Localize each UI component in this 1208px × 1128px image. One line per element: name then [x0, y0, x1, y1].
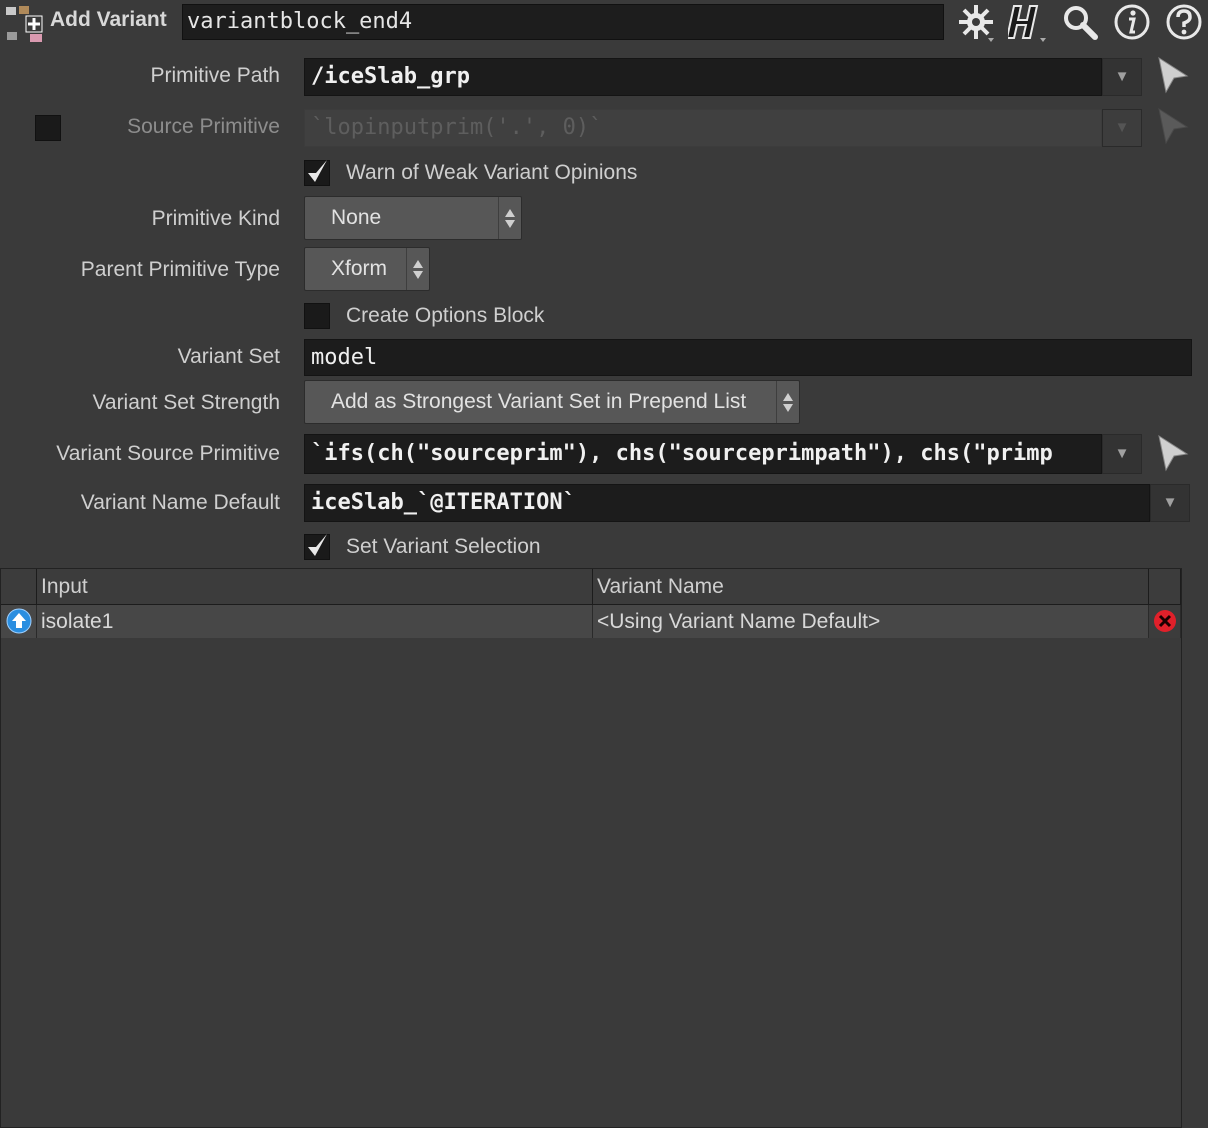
- table-scrollbar[interactable]: [1182, 568, 1208, 1128]
- primitive-kind-label: Primitive Kind: [151, 207, 280, 230]
- table-header-input[interactable]: Input: [37, 569, 593, 605]
- source-primitive-label: Source Primitive: [127, 115, 280, 138]
- variant-name-cell[interactable]: <Using Variant Name Default>: [593, 605, 1149, 638]
- input-cell[interactable]: isolate1: [37, 605, 593, 638]
- variant-inputs-table: Input Variant Name isolate1 <Using Varia…: [0, 568, 1182, 1128]
- table-header-blank: [1149, 569, 1181, 605]
- create-options-checkbox[interactable]: [304, 303, 330, 329]
- houdini-help-icon[interactable]: [1008, 2, 1048, 42]
- updown-arrows-icon: [498, 197, 521, 239]
- variant-set-label: Variant Set: [177, 345, 280, 368]
- checkmark-icon: [308, 534, 327, 556]
- warn-weak-label: Warn of Weak Variant Opinions: [346, 161, 638, 184]
- select-variant-prim-arrow-icon[interactable]: [1156, 434, 1190, 474]
- input-arrow-icon: [6, 608, 32, 634]
- primitive-path-dropdown-button[interactable]: ▼: [1102, 58, 1142, 96]
- variant-source-prim-label: Variant Source Primitive: [56, 442, 280, 465]
- delete-row-cell[interactable]: [1149, 605, 1181, 638]
- node-name-field[interactable]: variantblock_end4: [182, 4, 944, 40]
- source-primitive-toggle[interactable]: [35, 115, 61, 141]
- checkmark-icon: [308, 160, 327, 182]
- variant-name-default-label: Variant Name Default: [80, 491, 280, 514]
- variant-set-strength-label: Variant Set Strength: [92, 391, 280, 414]
- updown-arrows-icon: [406, 248, 429, 290]
- parent-prim-type-value: Xform: [331, 257, 388, 280]
- primitive-kind-menu[interactable]: None: [304, 196, 522, 240]
- variant-name-default-field[interactable]: iceSlab_`@ITERATION`: [304, 484, 1150, 522]
- variant-source-prim-dropdown-button[interactable]: ▼: [1102, 434, 1142, 474]
- add-variant-node-icon: [6, 6, 43, 42]
- parent-prim-type-label: Parent Primitive Type: [80, 258, 280, 281]
- parent-prim-type-menu[interactable]: Xform: [304, 247, 430, 291]
- info-icon[interactable]: [1112, 2, 1152, 42]
- updown-arrows-icon: [776, 381, 799, 423]
- set-variant-selection-checkbox[interactable]: [304, 534, 330, 560]
- primitive-kind-value: None: [331, 206, 382, 229]
- delete-icon[interactable]: [1149, 605, 1181, 638]
- help-icon[interactable]: [1164, 2, 1204, 42]
- source-primitive-dropdown-button[interactable]: ▼: [1102, 109, 1142, 147]
- node-type-label: Add Variant: [50, 8, 167, 31]
- input-arrow-cell[interactable]: [1, 605, 37, 638]
- variant-set-strength-value: Add as Strongest Variant Set in Prepend …: [331, 390, 747, 413]
- warn-weak-checkbox[interactable]: [304, 160, 330, 186]
- parameter-header: Add Variant variantblock_end4: [0, 0, 1208, 44]
- primitive-path-field[interactable]: /iceSlab_grp: [304, 58, 1102, 96]
- gear-icon[interactable]: [956, 2, 996, 42]
- variant-name-default-dropdown-button[interactable]: ▼: [1150, 484, 1190, 522]
- variant-source-prim-field[interactable]: `ifs(ch("sourceprim"), chs("sourceprimpa…: [304, 434, 1102, 474]
- source-primitive-field[interactable]: `lopinputprim('.', 0)`: [304, 109, 1102, 147]
- variant-set-strength-menu[interactable]: Add as Strongest Variant Set in Prepend …: [304, 380, 800, 424]
- search-icon[interactable]: [1060, 2, 1100, 42]
- set-variant-selection-label: Set Variant Selection: [346, 535, 541, 558]
- table-header-blank: [1, 569, 37, 605]
- select-source-prim-arrow-icon[interactable]: [1156, 107, 1190, 147]
- table-header-variant-name[interactable]: Variant Name: [593, 569, 1149, 605]
- select-prim-arrow-icon[interactable]: [1156, 56, 1190, 96]
- variant-set-field[interactable]: model: [304, 339, 1192, 376]
- primitive-path-label: Primitive Path: [150, 64, 280, 87]
- create-options-label: Create Options Block: [346, 304, 545, 327]
